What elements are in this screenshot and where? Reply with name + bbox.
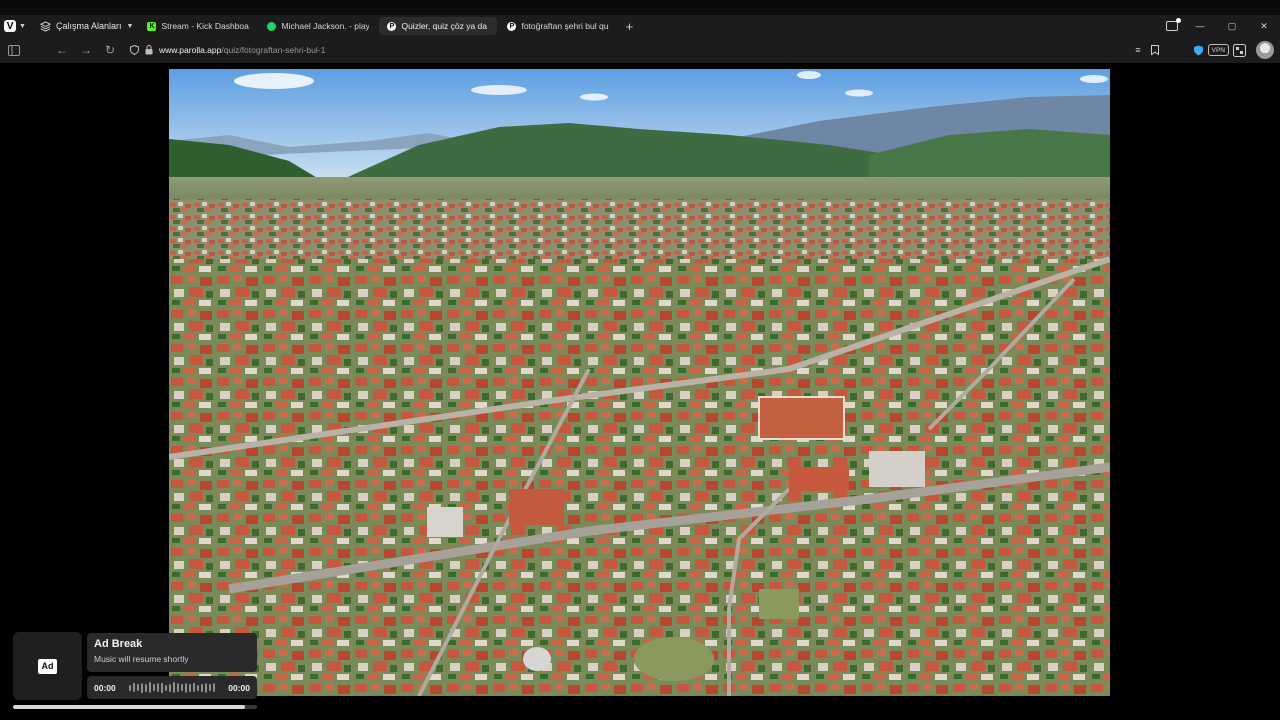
ad-info-panel: Ad Break Music will resume shortly	[87, 633, 257, 672]
chevron-down-icon: ▼	[126, 22, 134, 30]
waveform-bar	[133, 683, 135, 692]
url-field[interactable]: www.parolla.app/quiz/fotograftan-sehri-b…	[124, 40, 1158, 60]
ad-thumbnail: Ad	[13, 632, 82, 700]
avatar[interactable]	[1256, 41, 1274, 59]
tab-kick-dashboard[interactable]: K Stream - Kick Dashboard	[139, 17, 257, 35]
window-controls: — ▢ ✕	[1164, 15, 1280, 37]
waveform-bar	[165, 684, 167, 691]
workspaces-button[interactable]: Çalışma Alanları ▼	[30, 15, 139, 37]
waveform-bar	[201, 683, 203, 692]
tab-strip: V ▼ Çalışma Alanları ▼ K Stream - Kick D…	[0, 15, 1280, 37]
panel-toggle-icon[interactable]	[2, 38, 26, 62]
waveform-bar	[177, 683, 179, 692]
layers-icon	[40, 20, 51, 32]
waveform-bar	[145, 683, 147, 692]
bookmark-icon[interactable]	[1150, 45, 1159, 55]
page-content	[0, 63, 1280, 720]
waveform-bar	[197, 684, 199, 691]
back-button[interactable]: ←	[50, 38, 74, 62]
waveform-bar	[169, 683, 171, 692]
aerial-city-image	[169, 69, 1110, 696]
url-host: www.parolla.app	[159, 45, 222, 55]
waveform-bar	[141, 682, 143, 693]
ad-progress-bar	[13, 705, 257, 709]
minimize-button[interactable]: —	[1184, 15, 1216, 37]
extensions-icon[interactable]	[1233, 43, 1246, 57]
vivaldi-menu-button[interactable]: V ▼	[0, 15, 30, 37]
waveform-bar	[153, 684, 155, 691]
maximize-button[interactable]: ▢	[1216, 15, 1248, 37]
ad-player: 00:00 00:00	[87, 676, 257, 699]
url-path: /quiz/fotograftan-sehri-bul-1	[221, 45, 326, 55]
parolla-icon: P	[507, 21, 517, 31]
waveform-bar	[137, 684, 139, 691]
workspaces-label: Çalışma Alanları	[56, 21, 122, 31]
reload-button[interactable]: ↻	[98, 38, 122, 62]
tab-title: fotoğraftan şehri bul quiz -	[521, 21, 609, 31]
lock-icon[interactable]	[145, 45, 153, 55]
toolbar-right: ≡ VPN	[1135, 37, 1280, 63]
waveform-bar	[189, 683, 191, 692]
waveform-bar	[173, 682, 175, 693]
shield-extension-icon[interactable]	[1193, 45, 1204, 56]
audio-waveform	[129, 682, 215, 694]
vpn-button[interactable]: VPN	[1207, 44, 1229, 56]
address-bar-row: ← → ↻ www.parolla.app/quiz/fotograftan-s…	[0, 37, 1280, 63]
vivaldi-logo-icon: V	[4, 20, 17, 32]
tab-parolla-quizler[interactable]: P Quizler, quiz çöz ya da quiz	[379, 17, 498, 35]
tab-title: Stream - Kick Dashboard	[161, 21, 250, 31]
time-elapsed: 00:00	[94, 682, 116, 693]
waveform-bar	[193, 683, 195, 692]
ad-badge: Ad	[38, 658, 57, 674]
ad-subtitle: Music will resume shortly	[94, 654, 189, 664]
time-total: 00:00	[228, 682, 250, 693]
shield-icon[interactable]	[130, 45, 139, 55]
window-top-strip	[0, 0, 1280, 15]
waveform-bar	[157, 683, 159, 692]
close-button[interactable]: ✕	[1248, 15, 1280, 37]
reader-view-icon[interactable]: ≡	[1135, 45, 1140, 55]
kick-icon: K	[147, 21, 157, 31]
waveform-bar	[149, 682, 151, 693]
tab-title: Quizler, quiz çöz ya da quiz	[401, 21, 489, 31]
forward-button[interactable]: →	[74, 38, 98, 62]
waveform-bar	[213, 683, 215, 692]
ad-progress-fill	[13, 705, 245, 709]
chevron-down-icon: ▼	[19, 22, 26, 30]
tab-title: Michael Jackson. - playlist by	[281, 21, 370, 31]
waveform-bar	[129, 684, 131, 691]
waveform-bar	[205, 682, 207, 693]
parolla-icon: P	[387, 21, 397, 31]
spotify-icon	[267, 21, 277, 31]
waveform-bar	[181, 684, 183, 691]
waveform-bar	[185, 682, 187, 693]
new-tab-button[interactable]: +	[619, 16, 639, 36]
extension-check-icon[interactable]	[1164, 15, 1181, 37]
tab-parolla-quiz[interactable]: P fotoğraftan şehri bul quiz -	[499, 17, 617, 35]
ad-title: Ad Break	[94, 638, 143, 650]
quiz-city-photo	[169, 69, 1110, 696]
waveform-bar	[161, 682, 163, 693]
waveform-bar	[209, 684, 211, 691]
tab-spotify-playlist[interactable]: Michael Jackson. - playlist by	[259, 17, 377, 35]
